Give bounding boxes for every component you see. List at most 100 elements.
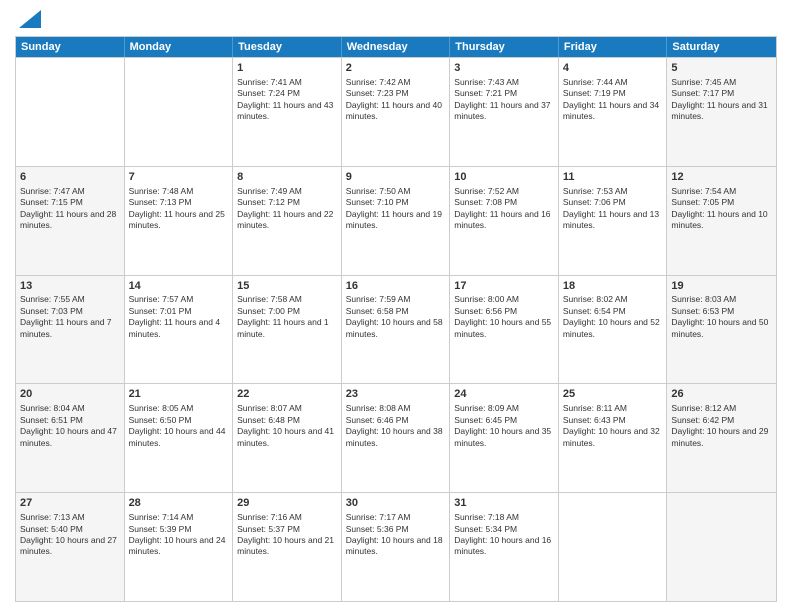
day-number: 1 (237, 61, 337, 76)
cal-cell-0-6: 5Sunrise: 7:45 AM Sunset: 7:17 PM Daylig… (667, 58, 776, 166)
cell-info: Sunrise: 8:04 AM Sunset: 6:51 PM Dayligh… (20, 403, 120, 449)
day-number: 23 (346, 387, 446, 402)
cal-cell-0-0 (16, 58, 125, 166)
calendar-row-1: 6Sunrise: 7:47 AM Sunset: 7:15 PM Daylig… (16, 166, 776, 275)
cell-info: Sunrise: 8:09 AM Sunset: 6:45 PM Dayligh… (454, 403, 554, 449)
cal-cell-1-3: 9Sunrise: 7:50 AM Sunset: 7:10 PM Daylig… (342, 167, 451, 275)
cal-cell-3-6: 26Sunrise: 8:12 AM Sunset: 6:42 PM Dayli… (667, 384, 776, 492)
day-number: 10 (454, 170, 554, 185)
cal-cell-3-2: 22Sunrise: 8:07 AM Sunset: 6:48 PM Dayli… (233, 384, 342, 492)
day-number: 19 (671, 279, 772, 294)
day-number: 8 (237, 170, 337, 185)
cal-cell-3-5: 25Sunrise: 8:11 AM Sunset: 6:43 PM Dayli… (559, 384, 668, 492)
day-number: 22 (237, 387, 337, 402)
cell-info: Sunrise: 7:41 AM Sunset: 7:24 PM Dayligh… (237, 77, 337, 123)
cell-info: Sunrise: 7:14 AM Sunset: 5:39 PM Dayligh… (129, 512, 229, 558)
cell-info: Sunrise: 7:59 AM Sunset: 6:58 PM Dayligh… (346, 294, 446, 340)
day-number: 14 (129, 279, 229, 294)
cal-cell-4-1: 28Sunrise: 7:14 AM Sunset: 5:39 PM Dayli… (125, 493, 234, 601)
day-number: 28 (129, 496, 229, 511)
day-number: 18 (563, 279, 663, 294)
cal-cell-4-2: 29Sunrise: 7:16 AM Sunset: 5:37 PM Dayli… (233, 493, 342, 601)
cell-info: Sunrise: 7:43 AM Sunset: 7:21 PM Dayligh… (454, 77, 554, 123)
cell-info: Sunrise: 8:08 AM Sunset: 6:46 PM Dayligh… (346, 403, 446, 449)
day-number: 24 (454, 387, 554, 402)
cell-info: Sunrise: 7:16 AM Sunset: 5:37 PM Dayligh… (237, 512, 337, 558)
cal-cell-0-4: 3Sunrise: 7:43 AM Sunset: 7:21 PM Daylig… (450, 58, 559, 166)
cell-info: Sunrise: 7:49 AM Sunset: 7:12 PM Dayligh… (237, 186, 337, 232)
logo (15, 10, 45, 28)
cell-info: Sunrise: 7:17 AM Sunset: 5:36 PM Dayligh… (346, 512, 446, 558)
cell-info: Sunrise: 7:47 AM Sunset: 7:15 PM Dayligh… (20, 186, 120, 232)
cell-info: Sunrise: 7:52 AM Sunset: 7:08 PM Dayligh… (454, 186, 554, 232)
cell-info: Sunrise: 7:44 AM Sunset: 7:19 PM Dayligh… (563, 77, 663, 123)
day-number: 9 (346, 170, 446, 185)
cell-info: Sunrise: 8:11 AM Sunset: 6:43 PM Dayligh… (563, 403, 663, 449)
cell-info: Sunrise: 7:54 AM Sunset: 7:05 PM Dayligh… (671, 186, 772, 232)
cal-cell-3-3: 23Sunrise: 8:08 AM Sunset: 6:46 PM Dayli… (342, 384, 451, 492)
calendar-row-4: 27Sunrise: 7:13 AM Sunset: 5:40 PM Dayli… (16, 492, 776, 601)
day-number: 2 (346, 61, 446, 76)
cell-info: Sunrise: 7:45 AM Sunset: 7:17 PM Dayligh… (671, 77, 772, 123)
cal-cell-3-0: 20Sunrise: 8:04 AM Sunset: 6:51 PM Dayli… (16, 384, 125, 492)
calendar-row-3: 20Sunrise: 8:04 AM Sunset: 6:51 PM Dayli… (16, 383, 776, 492)
cal-cell-1-4: 10Sunrise: 7:52 AM Sunset: 7:08 PM Dayli… (450, 167, 559, 275)
cal-cell-3-4: 24Sunrise: 8:09 AM Sunset: 6:45 PM Dayli… (450, 384, 559, 492)
cell-info: Sunrise: 7:13 AM Sunset: 5:40 PM Dayligh… (20, 512, 120, 558)
cell-info: Sunrise: 7:48 AM Sunset: 7:13 PM Dayligh… (129, 186, 229, 232)
day-number: 13 (20, 279, 120, 294)
cell-info: Sunrise: 8:12 AM Sunset: 6:42 PM Dayligh… (671, 403, 772, 449)
cell-info: Sunrise: 7:53 AM Sunset: 7:06 PM Dayligh… (563, 186, 663, 232)
day-number: 29 (237, 496, 337, 511)
calendar-body: 1Sunrise: 7:41 AM Sunset: 7:24 PM Daylig… (16, 57, 776, 601)
cal-cell-1-5: 11Sunrise: 7:53 AM Sunset: 7:06 PM Dayli… (559, 167, 668, 275)
day-number: 12 (671, 170, 772, 185)
header-day-monday: Monday (125, 37, 234, 57)
day-number: 16 (346, 279, 446, 294)
cell-info: Sunrise: 8:07 AM Sunset: 6:48 PM Dayligh… (237, 403, 337, 449)
day-number: 17 (454, 279, 554, 294)
calendar: SundayMondayTuesdayWednesdayThursdayFrid… (15, 36, 777, 602)
cal-cell-1-6: 12Sunrise: 7:54 AM Sunset: 7:05 PM Dayli… (667, 167, 776, 275)
day-number: 31 (454, 496, 554, 511)
cell-info: Sunrise: 8:00 AM Sunset: 6:56 PM Dayligh… (454, 294, 554, 340)
cell-info: Sunrise: 8:05 AM Sunset: 6:50 PM Dayligh… (129, 403, 229, 449)
calendar-row-0: 1Sunrise: 7:41 AM Sunset: 7:24 PM Daylig… (16, 57, 776, 166)
cal-cell-4-0: 27Sunrise: 7:13 AM Sunset: 5:40 PM Dayli… (16, 493, 125, 601)
day-number: 5 (671, 61, 772, 76)
cal-cell-2-5: 18Sunrise: 8:02 AM Sunset: 6:54 PM Dayli… (559, 276, 668, 384)
cal-cell-4-6 (667, 493, 776, 601)
cell-info: Sunrise: 7:18 AM Sunset: 5:34 PM Dayligh… (454, 512, 554, 558)
cal-cell-1-0: 6Sunrise: 7:47 AM Sunset: 7:15 PM Daylig… (16, 167, 125, 275)
day-number: 27 (20, 496, 120, 511)
day-number: 15 (237, 279, 337, 294)
cell-info: Sunrise: 7:42 AM Sunset: 7:23 PM Dayligh… (346, 77, 446, 123)
day-number: 3 (454, 61, 554, 76)
cal-cell-0-2: 1Sunrise: 7:41 AM Sunset: 7:24 PM Daylig… (233, 58, 342, 166)
header (15, 10, 777, 28)
cal-cell-0-5: 4Sunrise: 7:44 AM Sunset: 7:19 PM Daylig… (559, 58, 668, 166)
cal-cell-2-3: 16Sunrise: 7:59 AM Sunset: 6:58 PM Dayli… (342, 276, 451, 384)
cell-info: Sunrise: 7:58 AM Sunset: 7:00 PM Dayligh… (237, 294, 337, 340)
cal-cell-2-2: 15Sunrise: 7:58 AM Sunset: 7:00 PM Dayli… (233, 276, 342, 384)
cal-cell-4-5 (559, 493, 668, 601)
cell-info: Sunrise: 8:02 AM Sunset: 6:54 PM Dayligh… (563, 294, 663, 340)
cal-cell-4-3: 30Sunrise: 7:17 AM Sunset: 5:36 PM Dayli… (342, 493, 451, 601)
page: SundayMondayTuesdayWednesdayThursdayFrid… (0, 0, 792, 612)
cal-cell-3-1: 21Sunrise: 8:05 AM Sunset: 6:50 PM Dayli… (125, 384, 234, 492)
cal-cell-2-6: 19Sunrise: 8:03 AM Sunset: 6:53 PM Dayli… (667, 276, 776, 384)
header-day-saturday: Saturday (667, 37, 776, 57)
day-number: 25 (563, 387, 663, 402)
cal-cell-2-1: 14Sunrise: 7:57 AM Sunset: 7:01 PM Dayli… (125, 276, 234, 384)
header-day-tuesday: Tuesday (233, 37, 342, 57)
day-number: 4 (563, 61, 663, 76)
cell-info: Sunrise: 7:50 AM Sunset: 7:10 PM Dayligh… (346, 186, 446, 232)
cal-cell-0-1 (125, 58, 234, 166)
cal-cell-4-4: 31Sunrise: 7:18 AM Sunset: 5:34 PM Dayli… (450, 493, 559, 601)
day-number: 20 (20, 387, 120, 402)
cal-cell-2-4: 17Sunrise: 8:00 AM Sunset: 6:56 PM Dayli… (450, 276, 559, 384)
header-day-sunday: Sunday (16, 37, 125, 57)
day-number: 11 (563, 170, 663, 185)
day-number: 30 (346, 496, 446, 511)
cal-cell-2-0: 13Sunrise: 7:55 AM Sunset: 7:03 PM Dayli… (16, 276, 125, 384)
